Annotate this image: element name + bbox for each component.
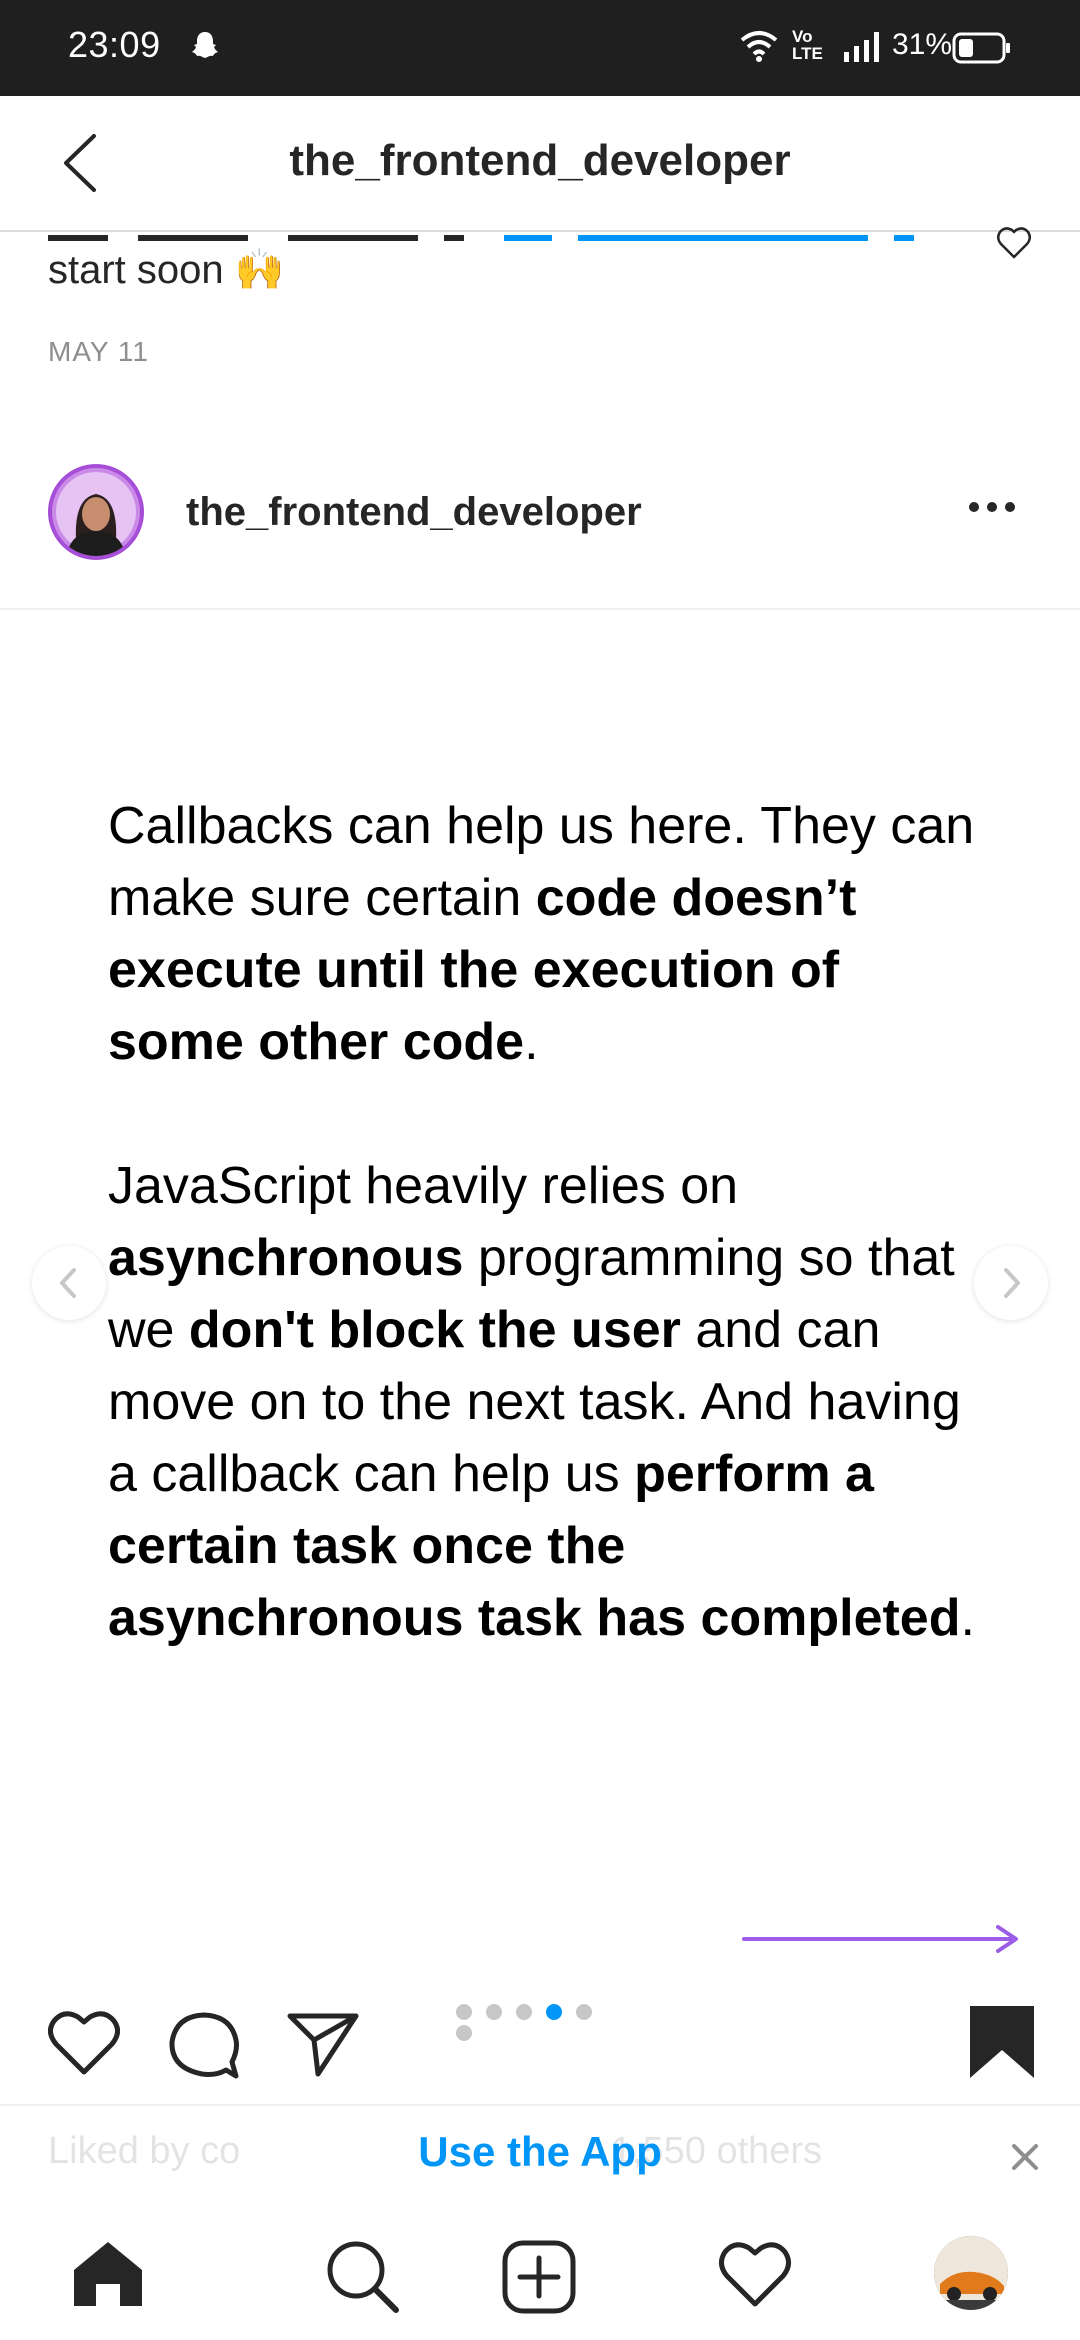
carousel-prev-button[interactable] (32, 1246, 106, 1320)
add-post-icon[interactable] (502, 2240, 576, 2319)
heart-icon[interactable] (996, 226, 1032, 265)
post-header (0, 460, 1080, 610)
volte-bottom: LTE (792, 44, 823, 63)
carousel-dot (456, 2025, 472, 2041)
wifi-icon (738, 28, 780, 69)
carousel-next-button[interactable] (974, 1246, 1048, 1320)
comment-icon[interactable] (168, 2010, 240, 2085)
home-icon[interactable] (72, 2240, 144, 2313)
carousel-dot (486, 2004, 502, 2020)
use-the-app-link[interactable]: Use the App (0, 2128, 1080, 2176)
bookmark-icon[interactable] (968, 2004, 1036, 2085)
activity-heart-icon[interactable] (718, 2240, 792, 2313)
status-time: 23:09 (68, 24, 161, 65)
carousel-dot (546, 2004, 562, 2020)
more-options-icon[interactable] (968, 500, 1016, 519)
status-bar: 23:09 Vo LTE 31% (0, 0, 1080, 96)
cut-off-caption-line (48, 232, 1008, 242)
profile-avatar[interactable] (934, 2236, 1008, 2310)
snapchat-ghost-icon (190, 30, 220, 65)
close-icon[interactable] (1010, 2142, 1040, 2177)
carousel-dot (576, 2004, 592, 2020)
slide-text-bold: asynchronous (108, 1229, 464, 1287)
avatar[interactable] (48, 464, 144, 560)
battery-icon (952, 32, 1012, 69)
slide-text-bold: don't block the user (188, 1301, 681, 1359)
swipe-arrow-icon (742, 1922, 1022, 1961)
carousel-dot (456, 2004, 472, 2020)
post-username[interactable]: the_frontend_developer (186, 490, 642, 535)
top-header: the_frontend_developer (0, 96, 1080, 232)
slide-text-run: . (960, 1589, 975, 1647)
battery-percent: 31% (892, 28, 953, 61)
slide-paragraph-2: JavaScript heavily relies on asynchronou… (108, 1150, 988, 1654)
carousel-indicator (456, 2004, 626, 2041)
search-icon[interactable] (326, 2240, 400, 2319)
share-icon[interactable] (286, 2010, 360, 2083)
post-slide-text: Callbacks can help us here. They can mak… (108, 790, 988, 1654)
volte-indicator: Vo LTE (792, 28, 823, 62)
signal-icon (844, 32, 884, 67)
header-title: the_frontend_developer (289, 136, 791, 185)
slide-text-run: JavaScript heavily relies on (108, 1157, 739, 1215)
carousel-dot (516, 2004, 532, 2020)
like-heart-icon[interactable] (48, 2010, 120, 2081)
previous-caption-text: start soon 🙌 (48, 248, 285, 292)
previous-post-date: MAY 11 (48, 336, 149, 367)
slide-text-run: . (524, 1013, 539, 1071)
slide-paragraph-1: Callbacks can help us here. They can mak… (108, 790, 988, 1078)
